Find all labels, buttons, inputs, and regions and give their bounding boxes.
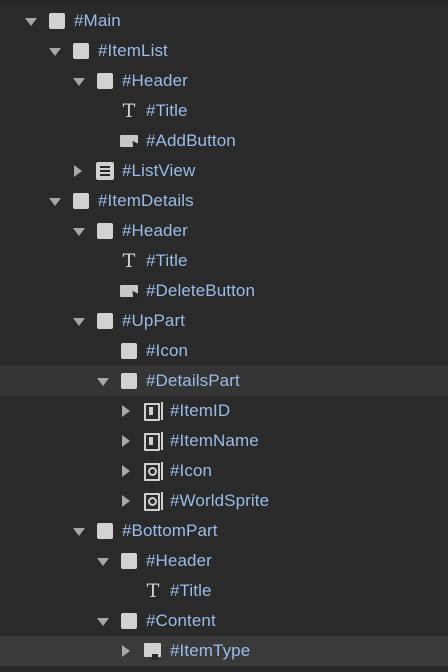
text-field-icon [144,432,163,451]
tree-row-label: #ItemID [170,401,231,420]
tree-row-listview[interactable]: #ListView [0,156,448,186]
expand-arrow-icon[interactable] [72,75,85,87]
tree-row-itemid[interactable]: #ItemID [0,396,448,426]
tree-row-itemname[interactable]: #ItemName [0,426,448,456]
tree-row-label: #ItemList [98,41,168,60]
tree-row-itemtype[interactable]: #ItemType [0,636,448,666]
top-cut-row [26,0,166,2]
tree-row-label: #Icon [170,461,213,480]
collapse-arrow-icon[interactable] [72,165,84,177]
tree-row-uppart[interactable]: #UpPart [0,306,448,336]
visual-element-icon [48,12,66,30]
list-view-icon [96,162,114,180]
expand-arrow-icon[interactable] [48,195,61,207]
expand-arrow-icon[interactable] [72,315,85,327]
tree-row-worldsprite[interactable]: #WorldSprite [0,486,448,516]
tree-row-label: #BottomPart [122,521,218,540]
visual-element-icon [96,222,114,240]
tree-row-icon-field[interactable]: #Icon [0,456,448,486]
visual-element-icon [120,612,138,630]
object-field-icon [144,462,163,481]
object-field-icon [144,492,163,511]
visual-element-icon [120,342,138,360]
button-icon [120,132,138,150]
tree-row-icon[interactable]: #Icon [0,336,448,366]
tree-row-label: #ItemName [170,431,259,450]
expand-arrow-icon[interactable] [48,45,61,57]
collapse-arrow-icon[interactable] [120,645,132,657]
hierarchy-panel: #Main #ItemList #Header T #Title #AddBut… [0,0,448,672]
tree-row-addbutton[interactable]: #AddButton [0,126,448,156]
button-icon [120,282,138,300]
expand-arrow-icon[interactable] [96,555,109,567]
tree-row-label: #ListView [122,161,196,180]
tree-row-label: #DeleteButton [146,281,256,300]
text-field-icon [144,402,163,421]
label-icon: T [122,250,136,272]
visual-element-icon [96,72,114,90]
tree-row-deletebutton[interactable]: #DeleteButton [0,276,448,306]
tree-row-itemdetails[interactable]: #ItemDetails [0,186,448,216]
tree-row-header[interactable]: #Header [0,216,448,246]
tree-row-bottompart[interactable]: #BottomPart [0,516,448,546]
tree-row-label: #Icon [146,341,189,360]
tree-row-header[interactable]: #Header [0,66,448,96]
visual-element-icon [96,312,114,330]
expand-arrow-icon[interactable] [72,525,85,537]
collapse-arrow-icon[interactable] [120,405,132,417]
tree-row-detailspart[interactable]: #DetailsPart [0,366,448,396]
visual-element-icon [120,372,138,390]
tree-row-header[interactable]: #Header [0,546,448,576]
tree-row-label: #Header [122,71,188,90]
visual-element-icon [120,552,138,570]
tree-row-itemlist[interactable]: #ItemList [0,36,448,66]
tree-row-label: #Header [122,221,188,240]
tree-row-label: #Title [146,101,188,120]
tree-row-label: #Content [146,611,216,630]
collapse-arrow-icon[interactable] [120,495,132,507]
label-icon: T [146,580,160,602]
tree-row-label: #Title [146,251,188,270]
tree-row-label: #Main [74,11,121,30]
expand-arrow-icon[interactable] [24,15,37,27]
tree-row-label: #ItemType [170,641,251,660]
tree-row-main[interactable]: #Main [0,6,448,36]
tree-row-content[interactable]: #Content [0,606,448,636]
tree-row-label: #DetailsPart [146,371,240,390]
tree-row-title[interactable]: T #Title [0,246,448,276]
tree-row-label: #Title [170,581,212,600]
tree-row-label: #WorldSprite [170,491,270,510]
visual-element-icon [72,42,90,60]
expand-arrow-icon[interactable] [96,615,109,627]
expand-arrow-icon[interactable] [72,225,85,237]
tree-row-label: #ItemDetails [98,191,194,210]
dropdown-field-icon [144,642,162,660]
label-icon: T [122,100,136,122]
tree-row-label: #UpPart [122,311,186,330]
visual-element-icon [72,192,90,210]
tree-row-label: #AddButton [146,131,236,150]
collapse-arrow-icon[interactable] [120,465,132,477]
expand-arrow-icon[interactable] [96,375,109,387]
visual-element-icon [96,522,114,540]
tree-row-label: #Header [146,551,212,570]
tree-row-title[interactable]: T #Title [0,576,448,606]
collapse-arrow-icon[interactable] [120,435,132,447]
tree-row-title[interactable]: T #Title [0,96,448,126]
